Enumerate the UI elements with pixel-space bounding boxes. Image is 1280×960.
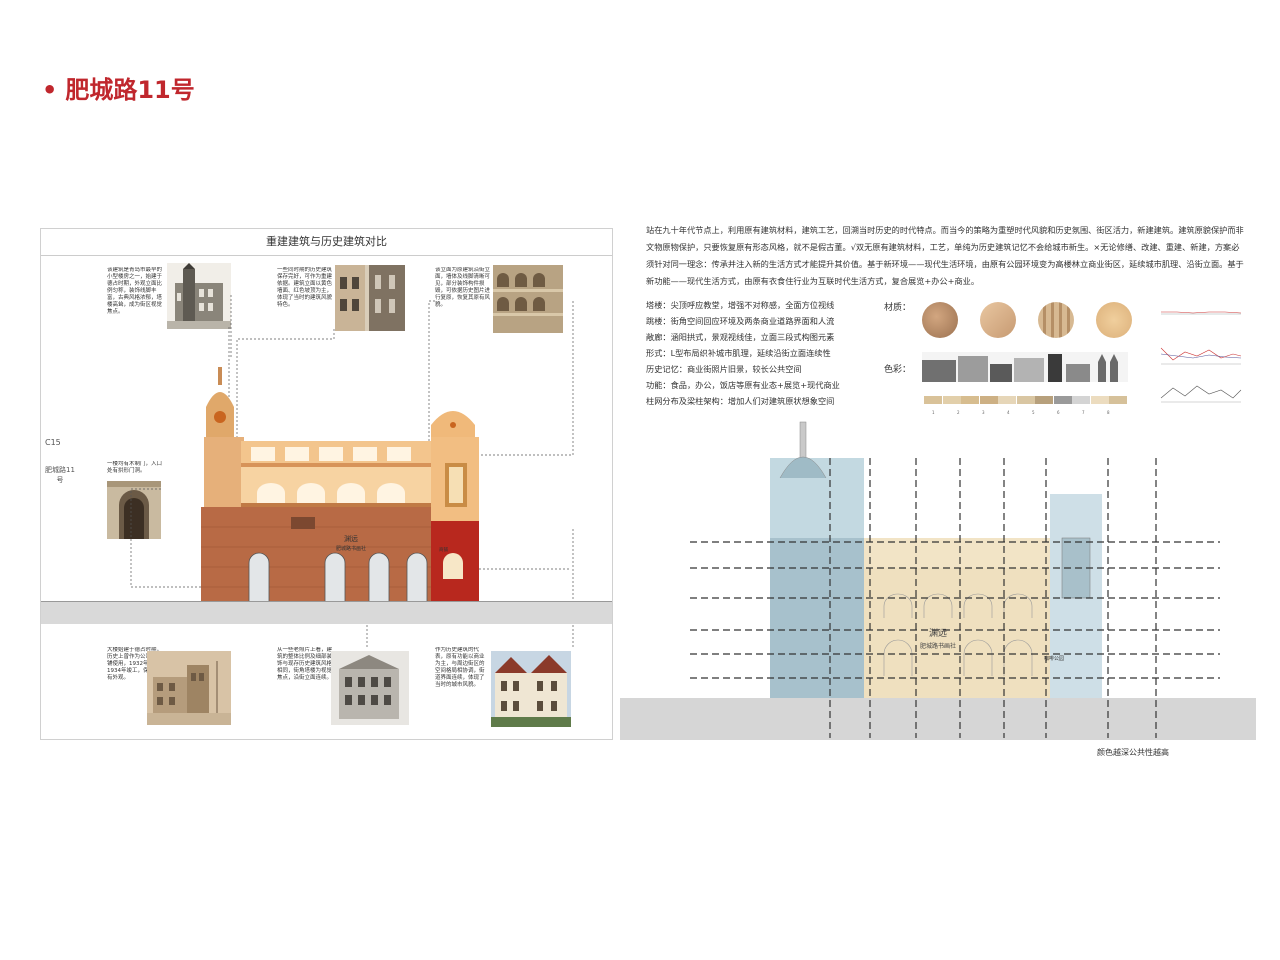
design-points: 塔楼：尖顶呼应教堂，增强不对称感，全面方位视线 跳楼：街角空间回应环境及两条商业… [646,297,871,409]
design-point: 塔楼：尖顶呼应教堂，增强不对称感，全面方位视线 [646,300,835,310]
swatch-number: 8 [1107,410,1110,415]
historic-photo-5 [331,651,409,725]
color-label: 色彩： [884,365,912,375]
material-label: 材质： [884,303,912,313]
swatch-number: 1 [932,410,935,415]
facade-sign: 渊远 [344,534,358,543]
color-swatch [961,396,979,404]
page-title: • 肥城路11号 [42,76,195,104]
swatch-number: 4 [1007,410,1010,415]
swatch-number: 7 [1082,410,1085,415]
color-swatch [1090,396,1109,404]
color-swatch [1016,396,1035,404]
mini-chart-3 [1160,385,1242,403]
swatch-number: 2 [957,410,960,415]
swatch-number: 3 [982,410,985,415]
facade-sign-sub: 肥城路书画社 [336,545,366,552]
color-swatch [924,396,942,404]
design-point: 跳楼：街角空间回应环境及两条商业道路界面和人流 [646,316,835,326]
diagram-sign: 渊远 [929,628,947,639]
design-point: 功能：食品，办公，饭店等原有业态+展览+现代商业 [646,380,840,390]
mini-chart-2 [1160,347,1242,365]
material-sand [1096,302,1132,338]
design-point: 柱网分布及梁柱架构：增加人们对建筑原状想象空间 [646,396,835,406]
design-point: 形式：L型布局织补城市肌理，延续沿街立面连续性 [646,348,831,358]
material-ribbed [1038,302,1074,338]
diagram-caption: 颜色越深公共性越高 [1097,748,1169,757]
diagram-side-label: 咖啡公园 [1044,655,1064,662]
color-swatch [942,396,961,404]
page-title-text: 肥城路11号 [65,76,195,104]
design-point: 敞廊：涵阳拱式，景观视线佳，立面三段式构图元素 [646,332,835,342]
mini-chart-1 [1161,311,1242,315]
streetscape-strip [922,352,1128,382]
material-plaster [980,302,1016,338]
design-point: 历史记忆：商业街照片旧景，较长公共空间 [646,364,802,374]
color-swatch [1053,396,1072,404]
facade-elevation: 渊远 肥城路书画社 商铺 [201,367,479,603]
diagram-sign-sub: 肥城路书画社 [920,642,956,650]
shop-label: 商铺 [439,546,448,553]
material-stone [922,302,958,338]
history-note-5: 从一些老照片上看，建筑的整体比例及细部装饰与现存历史建筑风格相同，街角塔楼为视觉… [277,647,333,681]
design-statement: 站在九十年代节点上，利用原有建筑材料，建筑工艺，回溯当时历史的时代特点。而当今的… [646,225,1244,286]
color-swatch [979,396,998,404]
color-swatch [1109,396,1127,404]
color-swatch [1035,396,1053,404]
ground-band [41,601,612,624]
color-swatch [998,396,1016,404]
comparison-panel: 重建建筑与历史建筑对比 C15 肥城路11号 该建筑是青岛市最早的小型楼房之一，… [40,228,613,740]
swatch-number: 6 [1057,410,1060,415]
public-space-diagram: 渊远 肥城路书画社 咖啡公园 [620,421,1256,740]
swatch-number: 5 [1032,410,1035,415]
history-note-6: 作为历史建筑的代表，原有功能以商业为主，与周边街区的空间格局相协调，街道界面连续… [435,647,485,688]
historic-photo-6 [491,651,571,727]
historic-photo-4 [147,651,231,725]
color-swatch [1072,396,1090,404]
